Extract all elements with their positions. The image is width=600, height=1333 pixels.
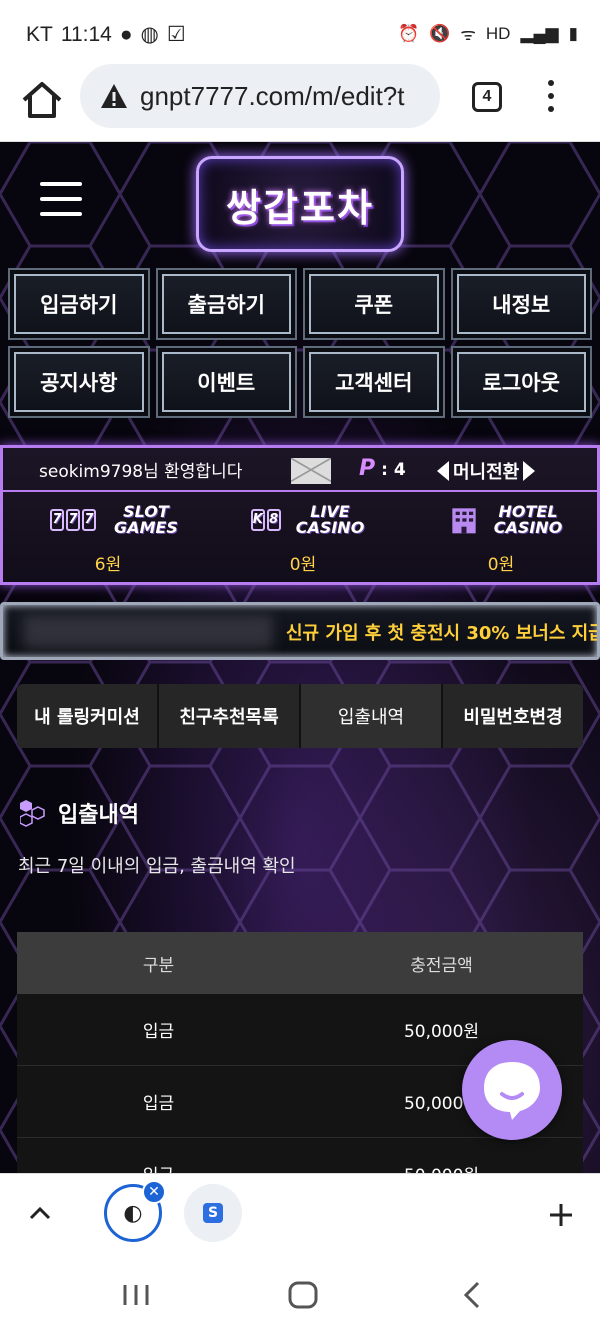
ticker-text: 신규 가입 후 첫 충전시 30% 보너스 지급 — [286, 623, 600, 644]
points-label: P — [359, 456, 376, 481]
event-button[interactable]: 이벤트 — [155, 346, 297, 418]
points-value: : 4 — [381, 460, 406, 480]
game-balances: 777 SLOT GAMES 6원 K8 LIVE CASINO 0원 HOTEL C… — [3, 494, 597, 584]
battery-icon: ▮ — [568, 23, 578, 43]
user-row: seokim9798님 환영합니다 P: 4 머니전환 — [3, 448, 597, 492]
slot-777-icon: 777 — [38, 505, 108, 535]
chevron-up-icon[interactable] — [28, 1204, 52, 1222]
sub-tabs: 내 롤링커미션 친구추천목록 입출내역 비밀번호변경 — [17, 684, 583, 748]
notification-icon: ◍ — [140, 23, 159, 46]
game-amount: 0원 — [487, 555, 515, 575]
welcome-text: seokim9798님 환영합니다 — [39, 461, 243, 482]
row-type: 입금 — [142, 1094, 175, 1114]
withdraw-button[interactable]: 출금하기 — [155, 268, 297, 340]
logo-text: 쌍갑포차 — [226, 185, 374, 230]
other-tab-thumbnail[interactable]: S — [184, 1184, 242, 1242]
back-icon[interactable] — [462, 1281, 482, 1309]
game-label-line2: CASINO — [295, 518, 365, 537]
tab-referral-list[interactable]: 친구추천목록 — [159, 684, 301, 748]
arrow-right-icon — [523, 461, 536, 481]
chat-bubble-icon: ● — [119, 22, 133, 46]
wifi-icon: ᯤ — [460, 25, 476, 44]
section-header: 입출내역 — [20, 797, 139, 829]
check-icon: ☑ — [166, 23, 186, 46]
network-badge: HD — [485, 23, 511, 43]
customer-center-button[interactable]: 고객센터 — [303, 346, 445, 418]
tab-change-password[interactable]: 비밀번호변경 — [443, 684, 583, 748]
address-bar[interactable]: gnpt7777.com/m/edit?t — [80, 64, 440, 128]
mute-icon: 🔇 — [429, 23, 451, 43]
hotel-casino-balance[interactable]: HOTEL CASINO 0원 — [411, 504, 591, 575]
deposit-button[interactable]: 입금하기 — [8, 268, 150, 340]
signal-icon: ▂▄▆ — [520, 23, 559, 43]
money-switch-button[interactable]: 머니전환 — [437, 458, 536, 484]
slot-games-balance[interactable]: 777 SLOT GAMES 6원 — [18, 504, 198, 575]
arrow-left-icon — [437, 461, 449, 481]
playing-cards-icon: K8 — [242, 505, 290, 535]
row-type: 입금 — [142, 1022, 175, 1042]
main-menu: 입금하기 출금하기 쿠폰 내정보 공지사항 이벤트 고객센터 로그아웃 — [8, 268, 592, 418]
hexagon-cluster-icon — [20, 800, 45, 827]
mail-icon[interactable] — [291, 458, 331, 484]
notice-button[interactable]: 공지사항 — [8, 346, 150, 418]
logout-button[interactable]: 로그아웃 — [450, 346, 592, 418]
site-viewport: 쌍갑포차 입금하기 출금하기 쿠폰 내정보 공지사항 이벤트 고객센터 로그아웃… — [0, 142, 600, 1173]
time: 11:14 — [60, 22, 112, 46]
browser-menu-icon[interactable] — [548, 80, 556, 116]
points-display: P: 4 — [359, 456, 406, 481]
hamburger-menu-icon[interactable] — [40, 182, 82, 216]
game-amount: 0원 — [289, 555, 317, 575]
tab-transaction-history[interactable]: 입출내역 — [301, 684, 443, 748]
warning-icon — [101, 84, 127, 108]
close-tab-icon[interactable]: ✕ — [142, 1180, 166, 1204]
game-amount: 6원 — [94, 555, 122, 575]
game-label-line2: GAMES — [114, 518, 178, 537]
status-bar: KT 11:14 ● ◍ ☑ ⏰ 🔇 ᯤ HD ▂▄▆ ▮ — [0, 0, 600, 62]
column-amount: 충전금액 — [410, 955, 473, 976]
browser-toolbar: gnpt7777.com/m/edit?t 4 — [0, 62, 600, 142]
table-header: 구분 충전금액 — [17, 932, 583, 994]
column-type: 구분 — [142, 955, 175, 976]
url-text: gnpt7777.com/m/edit?t — [140, 80, 405, 111]
user-panel: seokim9798님 환영합니다 P: 4 머니전환 777 SLOT GAME… — [0, 445, 600, 585]
coupon-button[interactable]: 쿠폰 — [303, 268, 445, 340]
system-nav-bar — [0, 1253, 600, 1333]
carrier: KT — [26, 22, 53, 46]
row-amount: 50,000원 — [300, 1161, 583, 1173]
money-switch-label: 머니전환 — [453, 462, 520, 483]
recent-apps-icon[interactable] — [122, 1283, 150, 1307]
s-site-icon: S — [203, 1203, 223, 1223]
alarm-icon: ⏰ — [398, 23, 420, 43]
new-tab-icon[interactable] — [548, 1202, 574, 1228]
hotel-building-icon — [452, 508, 476, 534]
tab-count-button[interactable]: 4 — [472, 82, 502, 112]
my-info-button[interactable]: 내정보 — [450, 268, 592, 340]
section-title: 입출내역 — [58, 803, 139, 828]
home-icon[interactable] — [18, 76, 66, 124]
browser-bottom-bar: ◐ ✕ S — [0, 1173, 600, 1253]
section-description: 최근 7일 이내의 입금, 출금내역 확인 — [18, 856, 296, 877]
row-amount: 50,000원 — [403, 1022, 480, 1042]
table-row: 입금 50,000원 — [17, 1138, 583, 1173]
row-type: 입금 — [17, 1161, 300, 1173]
chat-bubble-icon — [484, 1062, 540, 1120]
site-logo[interactable]: 쌍갑포차 — [196, 156, 404, 252]
live-casino-balance[interactable]: K8 LIVE CASINO 0원 — [213, 504, 393, 575]
chat-button[interactable] — [462, 1040, 562, 1140]
home-button-icon[interactable] — [288, 1281, 318, 1309]
game-label-line2: CASINO — [493, 518, 563, 537]
ticker-fade — [23, 615, 273, 649]
notice-ticker: 신규 가입 후 첫 충전시 30% 보너스 지급 — [0, 602, 600, 660]
tab-rolling-commission[interactable]: 내 롤링커미션 — [17, 684, 159, 748]
